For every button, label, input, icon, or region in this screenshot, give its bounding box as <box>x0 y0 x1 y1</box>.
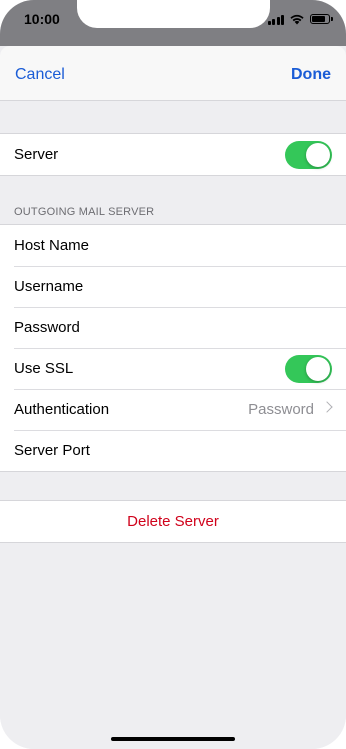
server-label: Server <box>14 146 59 163</box>
phone-screen: 10:00 Cancel Done Server OUTGOING MAIL S… <box>0 0 346 749</box>
chevron-right-icon <box>321 401 333 413</box>
toggle-knob <box>306 143 330 167</box>
server-port-label: Server Port <box>14 442 90 459</box>
battery-icon <box>310 14 333 24</box>
password-row[interactable]: Password <box>0 307 346 348</box>
server-row: Server <box>0 134 346 175</box>
authentication-value: Password <box>248 401 314 418</box>
server-port-row[interactable]: Server Port <box>0 430 346 471</box>
use-ssl-label: Use SSL <box>14 360 74 377</box>
server-group: Server <box>0 133 346 176</box>
password-label: Password <box>14 319 80 336</box>
username-label: Username <box>14 278 84 295</box>
status-icons <box>267 13 333 25</box>
host-name-row[interactable]: Host Name <box>0 225 346 266</box>
home-indicator <box>111 737 235 741</box>
notch <box>77 0 270 28</box>
toggle-knob <box>306 357 330 381</box>
authentication-label: Authentication <box>14 401 110 418</box>
authentication-row[interactable]: Authentication Password <box>0 389 346 430</box>
done-button[interactable]: Done <box>291 66 331 84</box>
use-ssl-row: Use SSL <box>0 348 346 389</box>
use-ssl-toggle[interactable] <box>285 355 332 383</box>
status-time: 10:00 <box>24 11 60 27</box>
cancel-button[interactable]: Cancel <box>15 66 65 84</box>
edit-server-sheet: Cancel Done Server OUTGOING MAIL SERVER … <box>0 46 346 749</box>
outgoing-mail-server-group: Host Name Username Password Use SSL Auth… <box>0 224 346 472</box>
username-row[interactable]: Username <box>0 266 346 307</box>
wifi-icon <box>290 14 304 25</box>
status-bar: 10:00 <box>0 0 346 46</box>
delete-server-button[interactable]: Delete Server <box>127 513 219 530</box>
cellular-signal-icon <box>267 14 284 25</box>
host-name-label: Host Name <box>14 237 90 254</box>
delete-group: Delete Server <box>0 500 346 543</box>
delete-server-row[interactable]: Delete Server <box>0 501 346 542</box>
outgoing-mail-server-header: OUTGOING MAIL SERVER <box>14 206 155 218</box>
server-toggle[interactable] <box>285 141 332 169</box>
navigation-bar: Cancel Done <box>0 46 346 101</box>
